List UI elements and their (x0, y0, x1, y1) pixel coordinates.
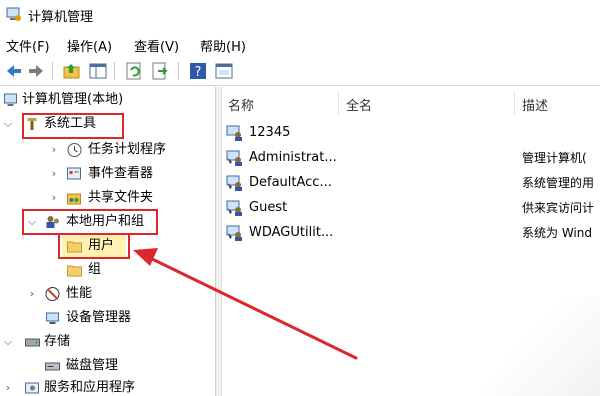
list-item[interactable]: DefaultAcc... 系统管理的用 (222, 171, 600, 195)
tree-item-label: 共享文件夹 (88, 190, 154, 205)
disabled-user-icon (226, 175, 242, 191)
column-header-name[interactable]: 名称 (228, 95, 254, 114)
chevron-right-icon[interactable]: › (2, 377, 14, 396)
tree-item-label: 性能 (66, 286, 93, 301)
tree-item-event-viewer[interactable]: › 事件查看器 (0, 163, 216, 185)
back-icon[interactable] (4, 61, 24, 81)
tree-item-storage[interactable]: ⌵ 存储 (0, 331, 216, 353)
tree-item-performance[interactable]: › 性能 (0, 283, 216, 305)
computer-management-icon (4, 93, 17, 106)
navigation-tree: 计算机管理(本地) ⌵ 系统工具 › 任务计划程序 › 事件查看器 › 共享文件… (0, 87, 216, 396)
tree-item-label: 计算机管理(本地) (22, 92, 124, 107)
list-item[interactable]: Guest 供来宾访问计 (222, 196, 600, 220)
disk-management-icon (45, 362, 60, 371)
computer-management-icon (6, 7, 21, 21)
menu-help[interactable]: 帮助(H) (200, 36, 246, 55)
menu-view[interactable]: 查看(V) (134, 36, 179, 55)
tree-item-groups[interactable]: 组 (62, 259, 126, 281)
user-name: DefaultAcc... (249, 175, 332, 190)
user-description: 系统为 Wind (522, 226, 592, 240)
user-name: WDAGUtilit... (249, 225, 334, 240)
tree-item-root[interactable]: 计算机管理(本地) (0, 89, 216, 111)
disabled-user-icon (226, 150, 242, 166)
refresh-icon[interactable] (124, 61, 144, 81)
toolbar-separator (114, 62, 115, 80)
folder-icon (67, 265, 82, 277)
disabled-user-icon (226, 200, 242, 216)
chevron-right-icon[interactable]: › (48, 139, 60, 161)
highlight-box-local-users-groups (22, 209, 158, 235)
user-description: 供来宾访问计 (522, 201, 595, 215)
event-viewer-icon (67, 167, 81, 180)
user-description: 系统管理的用 (522, 176, 595, 190)
user-list-pane: 名称 全名 描述 12345 Administrat... 管理计算机( Def… (222, 87, 600, 396)
svg-text:?: ? (195, 65, 202, 80)
shared-folder-icon (67, 193, 81, 205)
user-icon (226, 125, 242, 141)
tree-item-label: 任务计划程序 (88, 142, 167, 157)
services-icon (25, 382, 39, 394)
menu-bar: 文件(F) 操作(A) 查看(V) 帮助(H) (0, 30, 600, 56)
column-header-full-name[interactable]: 全名 (346, 95, 372, 114)
column-divider[interactable] (514, 91, 515, 115)
chevron-down-icon[interactable]: ⌵ (2, 331, 14, 353)
export-list-icon[interactable] (150, 61, 170, 81)
list-item[interactable]: 12345 (222, 121, 600, 145)
tree-item-task-scheduler[interactable]: › 任务计划程序 (0, 139, 216, 161)
column-header-description[interactable]: 描述 (522, 95, 548, 114)
chevron-right-icon[interactable]: › (48, 187, 60, 209)
performance-icon (45, 287, 60, 301)
title-bar: 计算机管理 (0, 0, 600, 30)
user-name: Guest (249, 200, 288, 215)
list-item[interactable]: WDAGUtilit... 系统为 Wind (222, 221, 600, 245)
tree-item-label: 事件查看器 (88, 166, 154, 181)
tree-item-label: 存储 (44, 334, 71, 349)
show-hide-tree-icon[interactable] (88, 61, 108, 81)
chevron-right-icon[interactable]: › (48, 163, 60, 185)
highlight-box-system-tools (22, 113, 124, 139)
storage-icon (25, 338, 40, 347)
toolbar-separator (178, 62, 179, 80)
list-item[interactable]: Administrat... 管理计算机( (222, 146, 600, 170)
tree-item-shared-folders[interactable]: › 共享文件夹 (0, 187, 216, 209)
window-title: 计算机管理 (28, 10, 94, 25)
column-divider[interactable] (338, 91, 339, 115)
up-folder-icon[interactable] (62, 61, 82, 81)
highlight-box-users (58, 233, 130, 259)
user-description: 管理计算机( (522, 151, 587, 165)
corner-fade (480, 296, 600, 396)
tree-item-label: 服务和应用程序 (44, 380, 136, 395)
chevron-right-icon[interactable]: › (26, 283, 38, 305)
user-name: Administrat... (249, 150, 337, 165)
tree-item-device-manager[interactable]: 设备管理器 (0, 307, 216, 329)
device-manager-icon (46, 312, 59, 324)
menu-file[interactable]: 文件(F) (6, 36, 50, 55)
tree-item-services-apps[interactable]: › 服务和应用程序 (0, 377, 216, 396)
properties-icon[interactable] (214, 61, 234, 81)
chevron-down-icon[interactable]: ⌵ (2, 113, 14, 135)
disabled-user-icon (226, 225, 242, 241)
tree-item-disk-management[interactable]: 磁盘管理 (0, 355, 216, 377)
menu-action[interactable]: 操作(A) (67, 36, 112, 55)
help-icon[interactable]: ? (188, 61, 208, 81)
clock-icon (67, 143, 82, 157)
tree-item-label: 磁盘管理 (66, 358, 119, 373)
toolbar: ? (0, 56, 600, 86)
toolbar-separator (52, 62, 53, 80)
tree-item-label: 设备管理器 (66, 310, 132, 325)
forward-icon[interactable] (26, 61, 46, 81)
user-name: 12345 (249, 125, 291, 140)
tree-item-label: 组 (88, 262, 102, 277)
